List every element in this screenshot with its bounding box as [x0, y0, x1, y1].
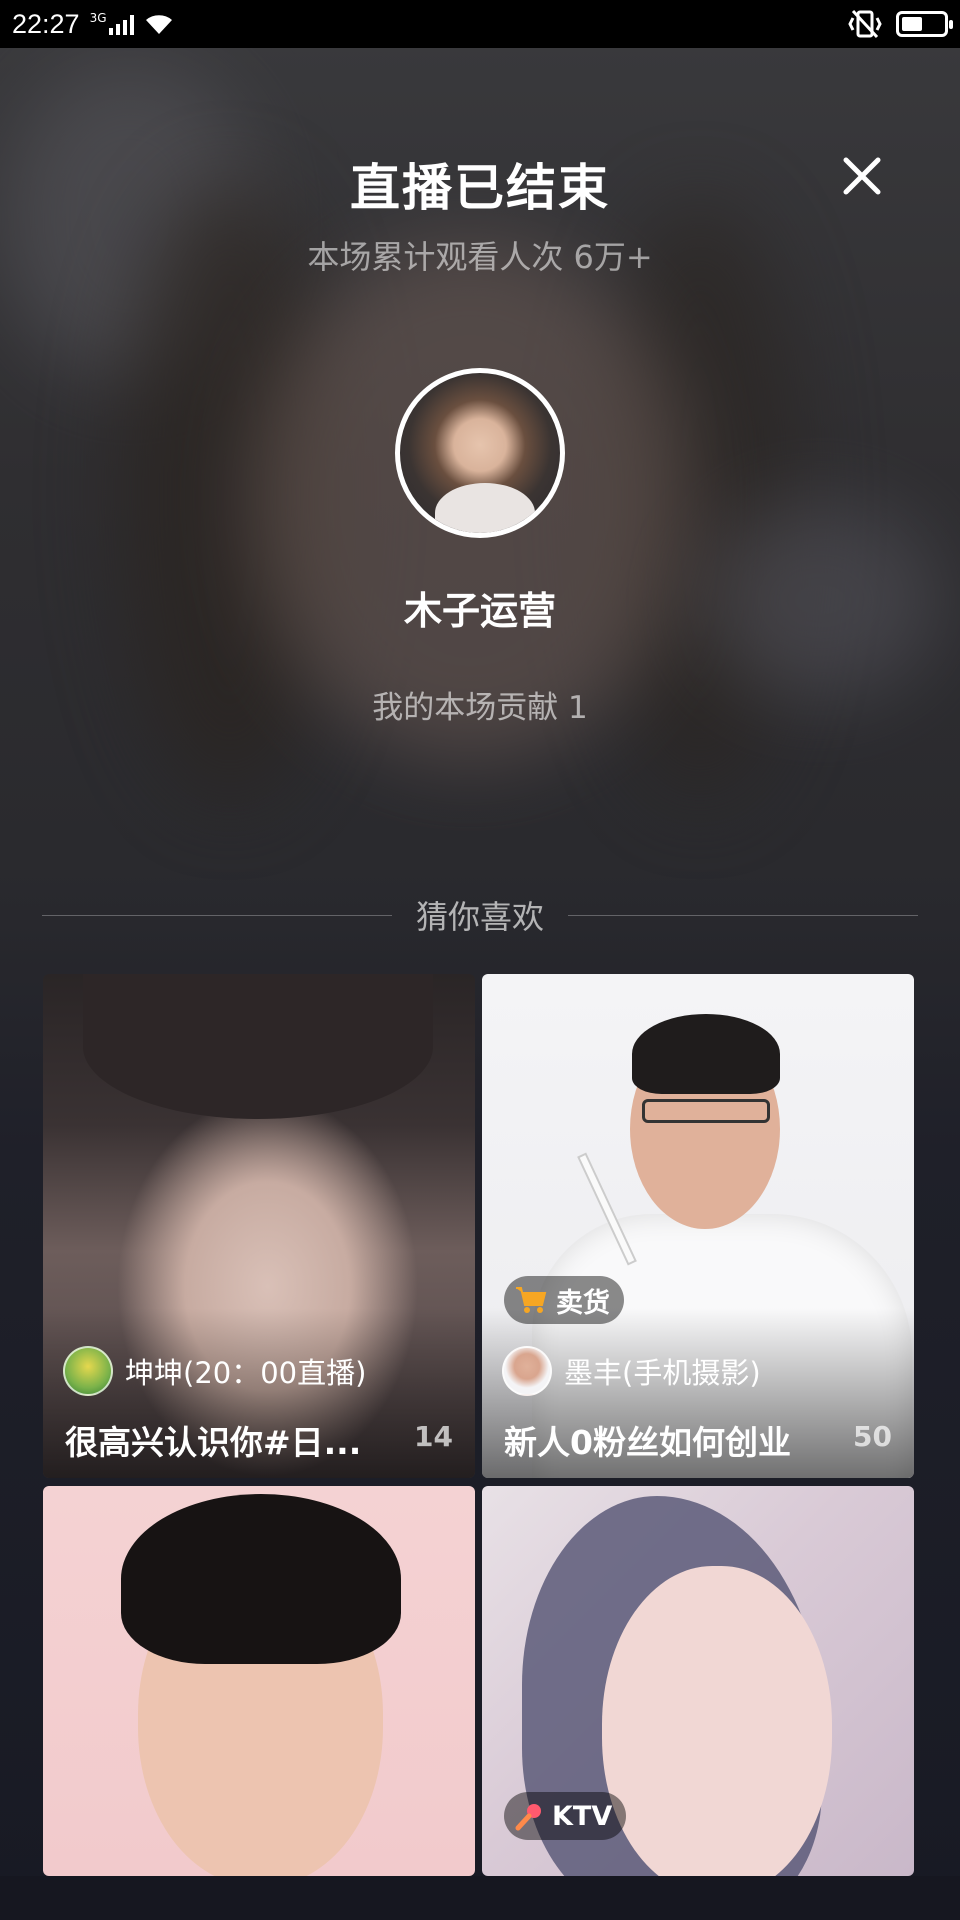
- status-bar: 22:27 3G: [0, 0, 960, 48]
- microphone-icon: [515, 1804, 541, 1831]
- signal-icon: [108, 13, 134, 35]
- card-user: 坤坤(20：00直播): [63, 1346, 366, 1396]
- status-time: 22:27: [12, 8, 80, 39]
- vibrate-icon: [848, 9, 882, 39]
- user-avatar: [502, 1346, 552, 1396]
- cart-icon: [516, 1287, 547, 1313]
- bottom-edge: [0, 1876, 960, 1920]
- user-name: 墨丰(手机摄影): [564, 1356, 761, 1390]
- section-label: 猜你喜欢: [416, 898, 545, 936]
- live-card[interactable]: 卖货 墨丰(手机摄影) 新人0粉丝如何创业 50: [482, 974, 914, 1478]
- network-type: 3G: [89, 11, 107, 25]
- card-user: 墨丰(手机摄影): [502, 1346, 761, 1396]
- tag-label: KTV: [552, 1800, 613, 1832]
- wifi-icon: [145, 15, 172, 35]
- battery-icon: [896, 11, 953, 37]
- live-card[interactable]: [43, 1486, 475, 1876]
- host-name[interactable]: 木子运营: [0, 580, 960, 635]
- host-avatar[interactable]: [395, 368, 565, 538]
- tag-badge: KTV: [504, 1792, 627, 1840]
- user-name: 坤坤(20：00直播): [125, 1356, 367, 1390]
- viewer-count: 本场累计观看人次 6万+: [307, 238, 653, 276]
- live-card[interactable]: 坤坤(20：00直播) 很高兴认识你#日... 14: [43, 974, 475, 1478]
- card-title: 新人0粉丝如何创业: [504, 1423, 791, 1462]
- page-title: 直播已结束: [350, 159, 610, 217]
- close-icon[interactable]: [838, 152, 886, 200]
- card-title: 很高兴认识你#日...: [65, 1423, 362, 1462]
- tag-label: 卖货: [556, 1287, 610, 1319]
- tag-badge: 卖货: [504, 1276, 624, 1324]
- live-card[interactable]: KTV: [482, 1486, 914, 1876]
- section-divider: 猜你喜欢: [42, 890, 919, 940]
- user-avatar: [63, 1346, 113, 1396]
- my-contribution: 我的本场贡献 1: [372, 690, 588, 726]
- viewer-count-badge: 14: [414, 1420, 453, 1453]
- viewer-count-badge: 50: [853, 1420, 892, 1453]
